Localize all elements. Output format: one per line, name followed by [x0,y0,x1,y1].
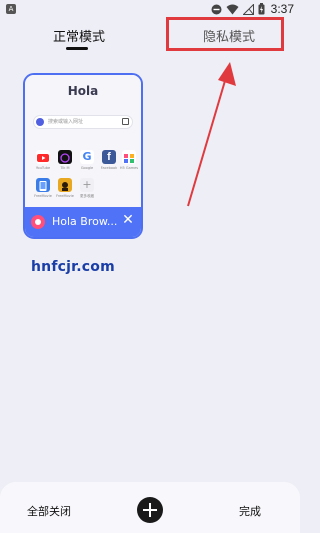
status-bar: A 3:37 [0,0,300,18]
close-tab-icon[interactable]: ✕ [121,213,135,227]
movie-icon [58,178,72,192]
shortcut-freemovie: FreeMovie [33,178,53,198]
hola-app-icon [31,215,45,229]
close-all-button[interactable]: 全部关闭 [27,503,71,519]
shortcut-freemovie-2: FreeMovie [55,178,75,198]
tab-normal-mode[interactable]: 正常模式 [53,26,105,45]
scan-icon [122,118,129,125]
tab-preview[interactable]: Hola 搜索或输入网址 YouTube Tik M G Google f Fa… [25,75,141,207]
watermark: hnfcjr.com [31,259,115,275]
tiktok-icon [58,150,72,164]
annotation-highlight-box [166,17,284,51]
hola-logo: Hola [67,84,99,98]
facebook-icon: f [102,150,116,164]
tablet-icon [36,178,50,192]
active-tab-indicator [66,47,88,50]
games-icon [122,150,136,164]
preview-search-placeholder: 搜索或输入网址 [48,119,84,125]
minus-circle-icon [211,4,222,14]
shortcut-h5-games: H5 Games [119,150,139,170]
battery-icon [258,3,265,15]
google-icon: G [80,150,94,164]
shortcut-google: G Google [80,150,94,170]
app-notification-icon: A [6,4,16,14]
tab-card-footer: Hola Brow... ✕ [25,207,141,237]
signal-off-icon [242,3,254,15]
wifi-icon [226,4,239,14]
done-button[interactable]: 完成 [239,503,261,519]
status-icons: 3:37 [211,1,294,17]
plus-icon: + [80,178,94,192]
annotation-arrow [187,62,236,207]
shortcut-youtube: YouTube [33,150,53,170]
preview-search-bar: 搜索或输入网址 [33,115,133,129]
shortcut-more: + 更多收藏 [80,178,94,198]
clock: 3:37 [270,2,294,16]
shortcut-tiktok: Tik M [55,150,75,170]
tab-card[interactable]: Hola 搜索或输入网址 YouTube Tik M G Google f Fa… [23,73,143,239]
new-tab-button[interactable] [137,497,163,523]
search-engine-icon [36,118,44,126]
youtube-icon [36,150,50,164]
bottom-toolbar: 全部关闭 完成 [0,482,300,533]
tab-title: Hola Brow... [52,215,118,228]
shortcut-facebook: f Facebook [100,150,118,170]
